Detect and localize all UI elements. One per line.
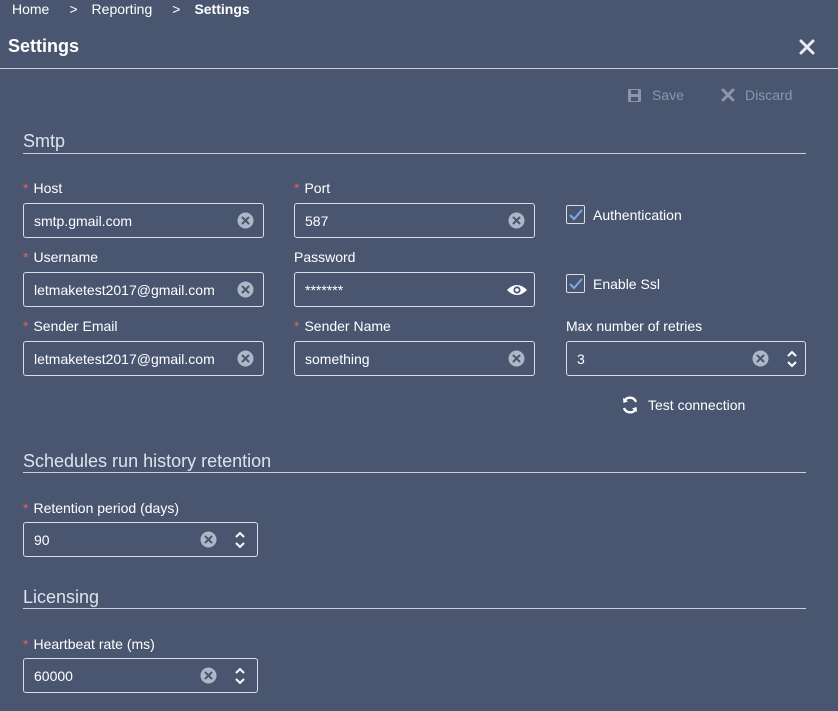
enable-ssl-label: Enable Ssl [593, 275, 660, 292]
breadcrumb: Home > Reporting > Settings [12, 1, 250, 17]
heartbeat-stepper[interactable] [235, 665, 245, 687]
required-marker: * [23, 180, 29, 196]
clear-icon[interactable] [237, 350, 254, 367]
sender-name-label: * Sender Name [294, 318, 391, 334]
username-value[interactable]: letmaketest2017@gmail.com [24, 282, 237, 298]
save-button[interactable]: Save [627, 87, 684, 103]
chevron-up-icon[interactable] [235, 667, 245, 674]
refresh-icon [622, 396, 638, 414]
authentication-checkbox[interactable] [566, 205, 585, 224]
breadcrumb-home[interactable]: Home [12, 1, 49, 17]
password-label: Password [294, 249, 356, 265]
sender-email-field[interactable]: letmaketest2017@gmail.com [23, 341, 264, 376]
discard-button[interactable]: Discard [721, 87, 792, 103]
port-value[interactable]: 587 [295, 213, 508, 229]
breadcrumb-reporting[interactable]: Reporting [92, 1, 153, 17]
discard-icon [721, 88, 735, 102]
breadcrumb-separator: > [69, 1, 78, 17]
eye-icon[interactable] [506, 283, 528, 297]
check-icon [569, 209, 582, 220]
host-value[interactable]: smtp.gmail.com [24, 213, 237, 229]
clear-icon[interactable] [200, 667, 217, 684]
chevron-down-icon[interactable] [235, 677, 245, 685]
heartbeat-value[interactable]: 60000 [24, 668, 200, 684]
page-title: Settings [8, 36, 80, 56]
password-value[interactable]: ******* [295, 282, 506, 298]
sender-email-label: * Sender Email [23, 318, 118, 334]
section-title-licensing: Licensing [23, 587, 100, 607]
title-divider [0, 68, 838, 69]
required-marker: * [294, 180, 300, 196]
chevron-down-icon[interactable] [787, 360, 797, 368]
heartbeat-label: * Heartbeat rate (ms) [23, 636, 155, 652]
retention-label: * Retention period (days) [23, 500, 179, 516]
max-retries-label: Max number of retries [566, 318, 703, 334]
sender-name-field[interactable]: something [294, 341, 535, 376]
chevron-down-icon[interactable] [235, 541, 245, 549]
section-title-smtp: Smtp [23, 131, 66, 151]
required-marker: * [23, 249, 29, 265]
section-title-schedules: Schedules run history retention [23, 451, 272, 471]
password-field[interactable]: ******* [294, 272, 535, 307]
clear-icon[interactable] [200, 531, 217, 548]
close-icon[interactable] [798, 38, 816, 56]
required-marker: * [23, 318, 29, 334]
heartbeat-field[interactable]: 60000 [23, 658, 258, 693]
username-field[interactable]: letmaketest2017@gmail.com [23, 272, 264, 307]
host-field[interactable]: smtp.gmail.com [23, 203, 264, 238]
max-retries-field[interactable]: 3 [566, 341, 806, 376]
clear-icon[interactable] [508, 212, 525, 229]
required-marker: * [294, 318, 300, 334]
required-marker: * [23, 636, 29, 652]
authentication-checkbox-row[interactable]: Authentication [566, 205, 682, 224]
retention-field[interactable]: 90 [23, 522, 258, 557]
enable-ssl-checkbox[interactable] [566, 274, 585, 293]
retention-value[interactable]: 90 [24, 532, 200, 548]
max-retries-stepper[interactable] [787, 348, 797, 370]
discard-label: Discard [745, 87, 793, 103]
username-label: * Username [23, 249, 99, 265]
required-marker: * [23, 500, 29, 516]
port-label: * Port [294, 180, 331, 196]
retention-stepper[interactable] [235, 529, 245, 551]
section-divider [23, 472, 806, 473]
authentication-label: Authentication [593, 206, 682, 223]
save-icon [628, 88, 641, 102]
clear-icon[interactable] [237, 281, 254, 298]
host-label: * Host [23, 180, 63, 196]
save-label: Save [652, 87, 684, 103]
chevron-up-icon[interactable] [787, 350, 797, 357]
chevron-up-icon[interactable] [235, 531, 245, 538]
max-retries-value[interactable]: 3 [567, 351, 752, 367]
port-field[interactable]: 587 [294, 203, 535, 238]
test-connection-button[interactable]: Test connection [620, 395, 745, 415]
clear-icon[interactable] [752, 350, 769, 367]
section-divider [23, 153, 806, 154]
enable-ssl-checkbox-row[interactable]: Enable Ssl [566, 274, 660, 293]
breadcrumb-separator: > [172, 1, 181, 17]
breadcrumb-current: Settings [194, 1, 250, 17]
section-divider [23, 608, 806, 609]
test-connection-label: Test connection [648, 397, 746, 413]
sender-email-value[interactable]: letmaketest2017@gmail.com [24, 351, 237, 367]
sender-name-value[interactable]: something [295, 351, 508, 367]
clear-icon[interactable] [237, 212, 254, 229]
clear-icon[interactable] [508, 350, 525, 367]
check-icon [569, 278, 582, 289]
